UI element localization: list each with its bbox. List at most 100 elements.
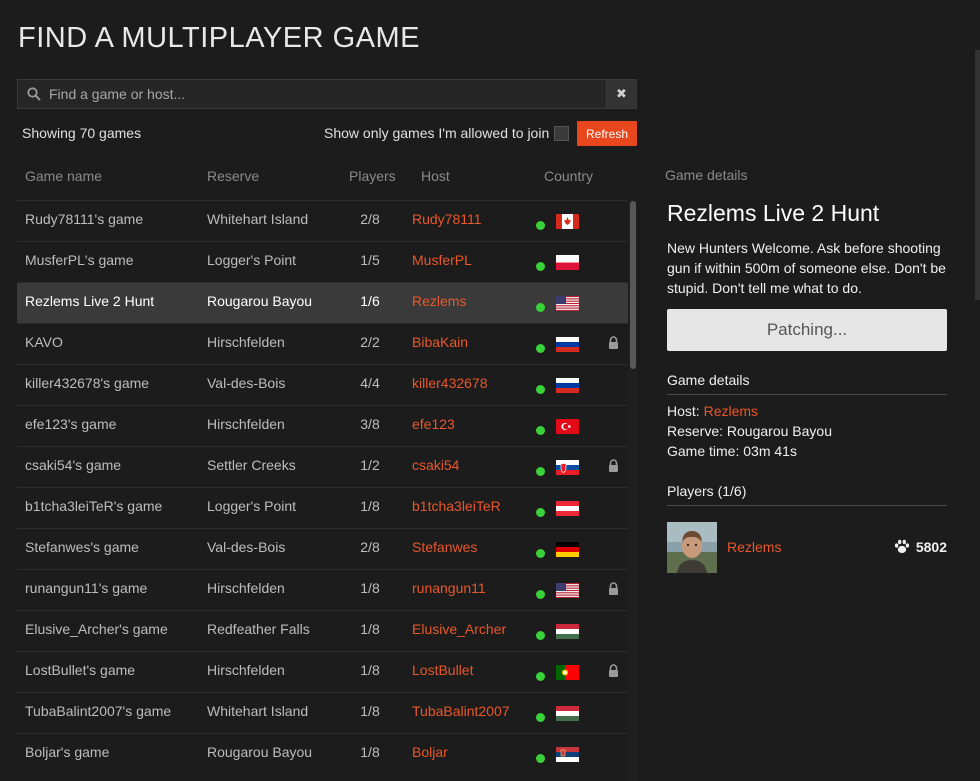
column-header-host[interactable]: Host — [421, 168, 450, 184]
scrollbar-thumb[interactable] — [630, 201, 636, 369]
join-game-button[interactable]: Patching... — [667, 309, 947, 351]
table-row[interactable]: Rezlems Live 2 Hunt Rougarou Bayou 1/6 Rezl… — [17, 282, 628, 323]
search-bar: ✖ — [17, 79, 637, 109]
game-name: TubaBalint2007's game — [25, 703, 172, 719]
game-reserve: Rougarou Bayou — [207, 293, 313, 309]
table-row[interactable]: runangun11's game Hirschfelden 1/8 runangun… — [17, 569, 628, 610]
game-name: LostBullet's game — [25, 662, 136, 678]
game-reserve: Logger's Point — [207, 498, 297, 514]
game-name: efe123's game — [25, 416, 117, 432]
game-host[interactable]: Rudy78111 — [412, 211, 482, 227]
game-players: 2/2 — [360, 334, 380, 350]
column-header-players[interactable]: Players — [349, 168, 396, 184]
search-input[interactable] — [49, 86, 606, 102]
game-host[interactable]: b1tcha3leiTeR — [412, 498, 501, 514]
game-reserve: Hirschfelden — [207, 416, 285, 432]
game-name: Stefanwes's game — [25, 539, 139, 555]
game-name: runangun11's game — [25, 580, 148, 596]
game-name: KAVO — [25, 334, 63, 350]
game-name: Rudy78111's game — [25, 211, 144, 227]
allowed-filter-checkbox[interactable] — [554, 126, 570, 141]
online-status-dot — [536, 262, 545, 271]
details-description: New Hunters Welcome. Ask before shooting… — [667, 240, 946, 296]
details-host-prefix: Host: — [667, 403, 704, 419]
online-status-dot — [536, 385, 545, 394]
details-host-line: Host: Rezlems — [667, 403, 758, 419]
game-reserve: Hirschfelden — [207, 580, 285, 596]
player-name[interactable]: Rezlems — [727, 539, 781, 555]
game-host[interactable]: killer432678 — [412, 375, 488, 391]
game-host[interactable]: csaki54 — [412, 457, 459, 473]
game-reserve: Redfeather Falls — [207, 621, 310, 637]
clear-search-button[interactable]: ✖ — [606, 80, 636, 108]
game-name: Elusive_Archer's game — [25, 621, 168, 637]
column-header-country[interactable]: Country — [544, 168, 593, 184]
table-row[interactable]: LostBullet's game Hirschfelden 1/8 LostBull… — [17, 651, 628, 692]
flag-icon-canada — [556, 214, 579, 229]
game-name: killer432678's game — [25, 375, 150, 391]
player-row: Rezlems 5802 — [667, 522, 947, 573]
game-players: 1/8 — [360, 744, 380, 760]
online-status-dot — [536, 344, 545, 353]
online-status-dot — [536, 590, 545, 599]
online-status-dot — [536, 672, 545, 681]
game-host[interactable]: Elusive_Archer — [412, 621, 506, 637]
refresh-button[interactable]: Refresh — [577, 121, 637, 146]
page-title: FIND A MULTIPLAYER GAME — [18, 22, 421, 54]
allowed-filter-label: Show only games I'm allowed to join — [324, 125, 550, 141]
game-host[interactable]: BibaKain — [412, 334, 468, 350]
details-host-link[interactable]: Rezlems — [704, 403, 758, 419]
online-status-dot — [536, 713, 545, 722]
online-status-dot — [536, 631, 545, 640]
game-name: b1tcha3leiTeR's game — [25, 498, 163, 514]
table-row[interactable]: efe123's game Hirschfelden 3/8 efe123 — [17, 405, 628, 446]
table-row[interactable]: MusferPL's game Logger's Point 1/5 MusferPL — [17, 241, 628, 282]
table-row[interactable]: b1tcha3leiTeR's game Logger's Point 1/8 b1t… — [17, 487, 628, 528]
game-reserve: Hirschfelden — [207, 334, 285, 350]
game-host[interactable]: Rezlems — [412, 293, 466, 309]
game-host[interactable]: efe123 — [412, 416, 455, 432]
paw-icon — [894, 539, 910, 554]
table-row[interactable]: csaki54's game Settler Creeks 1/2 csaki54 — [17, 446, 628, 487]
lock-icon — [609, 582, 618, 595]
lock-icon — [609, 336, 618, 349]
game-host[interactable]: Stefanwes — [412, 539, 477, 555]
table-row[interactable]: Stefanwes's game Val-des-Bois 2/8 Stefanwes — [17, 528, 628, 569]
avatar[interactable] — [667, 522, 717, 573]
game-host[interactable]: TubaBalint2007 — [412, 703, 510, 719]
game-reserve: Hirschfelden — [207, 662, 285, 678]
game-details-heading: Game details — [667, 372, 947, 395]
search-icon — [27, 87, 41, 101]
table-row[interactable]: Elusive_Archer's game Redfeather Falls 1/8… — [17, 610, 628, 651]
flag-icon-serbia — [556, 747, 579, 762]
flag-icon-russia — [556, 337, 579, 352]
column-header-game-name[interactable]: Game name — [25, 168, 102, 184]
details-time-line: Game time: 03m 41s — [667, 443, 797, 459]
game-reserve: Whitehart Island — [207, 703, 309, 719]
details-reserve-line: Reserve: Rougarou Bayou — [667, 423, 832, 439]
game-host[interactable]: runangun11 — [412, 580, 486, 596]
game-reserve: Settler Creeks — [207, 457, 296, 473]
game-players: 1/5 — [360, 252, 380, 268]
game-reserve: Whitehart Island — [207, 211, 309, 227]
flag-icon-poland — [556, 255, 579, 270]
game-reserve: Val-des-Bois — [207, 375, 286, 391]
column-header-reserve[interactable]: Reserve — [207, 168, 259, 184]
table-row[interactable]: Rudy78111's game Whitehart Island 2/8 Rudy7… — [17, 200, 628, 241]
players-heading: Players (1/6) — [667, 483, 947, 506]
table-row[interactable]: Boljar's game Rougarou Bayou 1/8 Boljar — [17, 733, 628, 774]
table-row[interactable]: TubaBalint2007's game Whitehart Island 1/8… — [17, 692, 628, 733]
game-reserve: Val-des-Bois — [207, 539, 286, 555]
game-host[interactable]: LostBullet — [412, 662, 473, 678]
table-row[interactable]: killer432678's game Val-des-Bois 4/4 killer… — [17, 364, 628, 405]
game-name: MusferPL's game — [25, 252, 134, 268]
game-players: 2/8 — [360, 211, 380, 227]
game-players: 1/6 — [360, 293, 380, 309]
details-title: Rezlems Live 2 Hunt — [667, 200, 880, 226]
game-players: 2/8 — [360, 539, 380, 555]
table-row[interactable]: KAVO Hirschfelden 2/2 BibaKain — [17, 323, 628, 364]
game-host[interactable]: Boljar — [412, 744, 448, 760]
allowed-filter: Show only games I'm allowed to join — [324, 125, 570, 141]
game-host[interactable]: MusferPL — [412, 252, 472, 268]
games-count: Showing 70 games — [22, 125, 142, 141]
